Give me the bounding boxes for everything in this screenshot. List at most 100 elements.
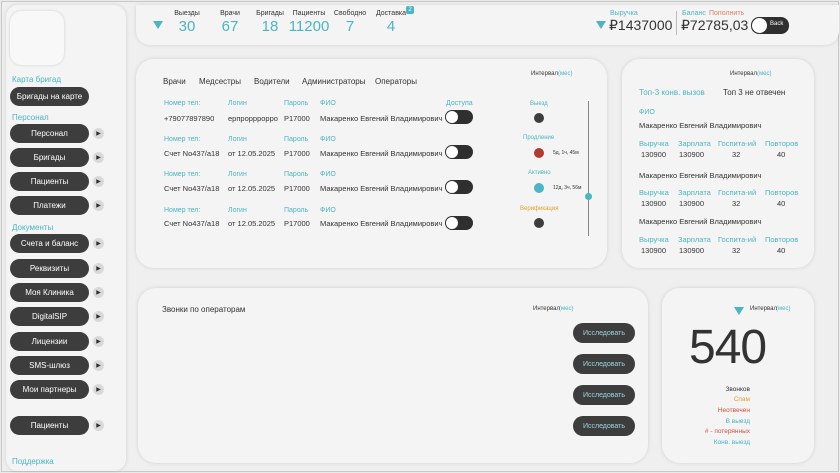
balance-label: Баланс (682, 10, 706, 17)
repeats-cell: 40 (777, 150, 786, 159)
play-icon[interactable]: ▶ (93, 311, 104, 322)
status-dot (534, 148, 544, 158)
revenue-cell: 130900 (641, 199, 667, 208)
tab-top3-missed[interactable]: Топ 3 не отвечен (723, 88, 785, 97)
interval-unit: (мес) (776, 306, 791, 312)
status-note: 12д, 3ч, 56м (553, 185, 582, 191)
staff-panel: Врачи Медсестры Водители Администраторы … (136, 59, 607, 268)
fio-label: ФИО (639, 109, 655, 116)
topup-link[interactable]: Пополнить (709, 10, 744, 17)
interval-label[interactable]: Интервал (531, 71, 558, 77)
col-label: Зарплата (678, 235, 711, 244)
col-label: Выручка (639, 235, 669, 244)
legend-item: Спам (733, 396, 750, 403)
password-header: Пароль (284, 207, 309, 214)
sidebar-item-requisites[interactable]: Реквизиты (10, 259, 89, 278)
fio-header: ФИО (320, 100, 336, 107)
login-header: Логин (228, 207, 247, 214)
explore-button[interactable]: Исследовать (573, 354, 635, 374)
col-label: Госпита-ий (718, 139, 757, 148)
sidebar-item-brigades[interactable]: Бригады (10, 148, 89, 167)
phone-header: Номер тел: (164, 171, 201, 178)
play-icon[interactable]: ▶ (93, 420, 104, 431)
scroll-track[interactable] (588, 101, 589, 236)
play-icon[interactable]: ▶ (93, 360, 104, 371)
password-header: Пароль (284, 171, 309, 178)
status-dot (534, 113, 544, 123)
balance-value: ₽72785,03 (681, 17, 749, 33)
repeats-cell: 40 (777, 246, 786, 255)
sidebar-item-sms[interactable]: SMS-шлюз (10, 356, 89, 375)
sidebar-item-partners[interactable]: Мои партнеры (10, 380, 89, 399)
col-label: Повторов (765, 188, 799, 197)
play-icon[interactable]: ▶ (93, 128, 104, 139)
salary-cell: 130900 (679, 150, 705, 159)
logo (10, 11, 64, 65)
play-icon[interactable]: ▶ (93, 336, 104, 347)
fio-header: ФИО (320, 136, 336, 143)
interval-label[interactable]: Интервал (730, 71, 757, 77)
sidebar-item-invoices[interactable]: Счета и баланс (10, 234, 89, 253)
col-label: Повторов (765, 139, 799, 148)
play-icon[interactable]: ▶ (93, 263, 104, 274)
play-icon[interactable]: ▶ (93, 238, 104, 249)
password-cell: Р17000 (284, 114, 310, 123)
explore-button[interactable]: Исследовать (573, 323, 635, 343)
tab-top3-calls[interactable]: Топ-3 конв. вызов (639, 88, 705, 97)
support-link[interactable]: Поддержка (12, 457, 54, 466)
divider (676, 11, 677, 35)
section-label-map: Карта бригад (12, 75, 61, 84)
play-icon[interactable]: ▶ (93, 384, 104, 395)
explore-button[interactable]: Исследовать (573, 416, 635, 436)
login-cell: от 12.05.2025 (228, 149, 276, 158)
salary-cell: 130900 (679, 199, 705, 208)
sidebar: Карта бригад Бригады на карте Персонал П… (6, 5, 126, 471)
patients-button[interactable]: Пациенты (10, 416, 89, 435)
tab-drivers[interactable]: Водители (254, 77, 290, 86)
status-note: 5д, 1ч, 45м (553, 150, 579, 156)
tab-admins[interactable]: Администраторы (302, 77, 365, 86)
status-label: Продление (523, 135, 555, 141)
phone-cell: Счет No437/а18 (164, 219, 220, 228)
explore-button[interactable]: Исследовать (573, 385, 635, 405)
col-label: Зарплата (678, 139, 711, 148)
status-label: Активно (528, 170, 551, 176)
tab-operators[interactable]: Операторы (375, 77, 417, 86)
play-icon[interactable]: ▶ (93, 152, 104, 163)
brigades-map-button[interactable]: Бригады на карте (10, 87, 89, 106)
fio-cell: Макаренко Евгений Владимирович (320, 219, 443, 228)
status-label: Выезд (530, 101, 548, 107)
tab-nurses[interactable]: Медсестры (199, 77, 241, 86)
phone-header: Номер тел: (164, 207, 201, 214)
sidebar-item-licenses[interactable]: Лицензии (10, 332, 89, 351)
password-cell: Р17000 (284, 149, 310, 158)
stat-value: 4 (386, 18, 396, 35)
salary-cell: 130900 (679, 246, 705, 255)
sidebar-item-patients[interactable]: Пациенты (10, 172, 89, 191)
tab-doctors[interactable]: Врачи (163, 77, 186, 86)
access-toggle[interactable] (445, 145, 473, 159)
sidebar-item-clinic[interactable]: Моя Клиника (10, 283, 89, 302)
scroll-handle[interactable] (585, 193, 592, 200)
counter-triangle-icon[interactable] (734, 307, 744, 315)
fio-cell: Макаренко Евгений Владимирович (320, 114, 443, 123)
password-cell: Р17000 (284, 219, 310, 228)
top3-fio: Макаренко Евгений Владимирович (639, 217, 762, 226)
access-toggle[interactable] (445, 110, 473, 124)
app-window: Карта бригад Бригады на карте Персонал П… (1, 1, 839, 472)
interval-label[interactable]: Интервал (533, 306, 560, 312)
col-label: Госпита-ий (718, 188, 757, 197)
play-icon[interactable]: ▶ (93, 287, 104, 298)
play-icon[interactable]: ▶ (93, 176, 104, 187)
revenue-triangle-icon[interactable] (596, 21, 606, 29)
back-toggle[interactable]: Back (751, 17, 789, 34)
access-toggle[interactable] (445, 216, 473, 230)
login-header: Логин (228, 136, 247, 143)
sidebar-item-digitalsip[interactable]: DigitalSIP (10, 307, 89, 326)
toggle-knob (446, 217, 458, 229)
access-toggle[interactable] (445, 180, 473, 194)
interval-label[interactable]: Интервал (750, 306, 777, 312)
play-icon[interactable]: ▶ (93, 200, 104, 211)
sidebar-item-staff[interactable]: Персонал (10, 124, 89, 143)
sidebar-item-payments[interactable]: Платежи (10, 196, 89, 215)
